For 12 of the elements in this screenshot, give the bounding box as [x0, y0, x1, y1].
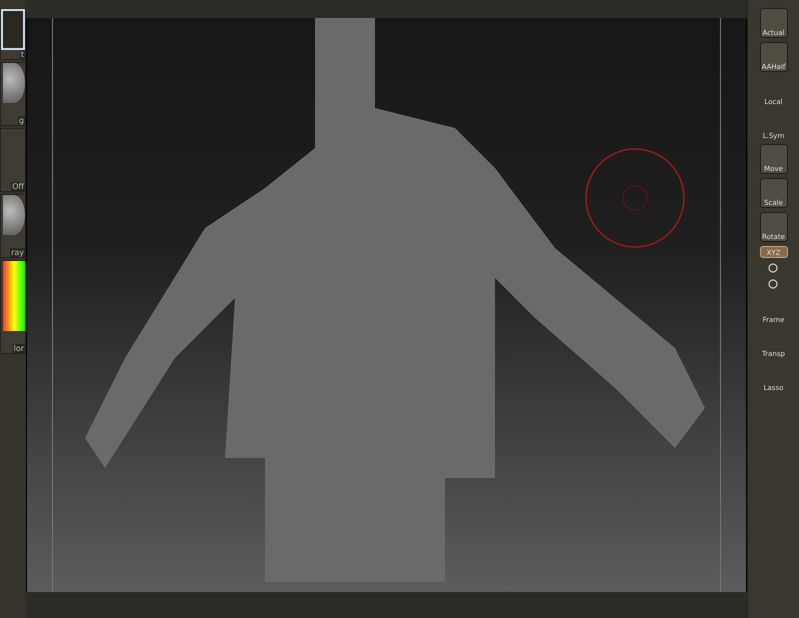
rotate-axis-icon: [766, 262, 780, 274]
tray-label: lor: [12, 344, 25, 353]
sphere-preview[interactable]: [3, 63, 25, 103]
tray-label: ray: [10, 248, 25, 257]
color-picker[interactable]: [3, 261, 25, 331]
sphere-preview[interactable]: [3, 195, 25, 235]
tray-label: Off: [11, 182, 25, 191]
rotate-axis-icon: [766, 278, 780, 290]
brush-cursor-icon: [584, 147, 686, 249]
tray-label: t: [20, 50, 25, 59]
material-swatch[interactable]: [1, 9, 25, 50]
tray-label: g: [18, 116, 25, 125]
